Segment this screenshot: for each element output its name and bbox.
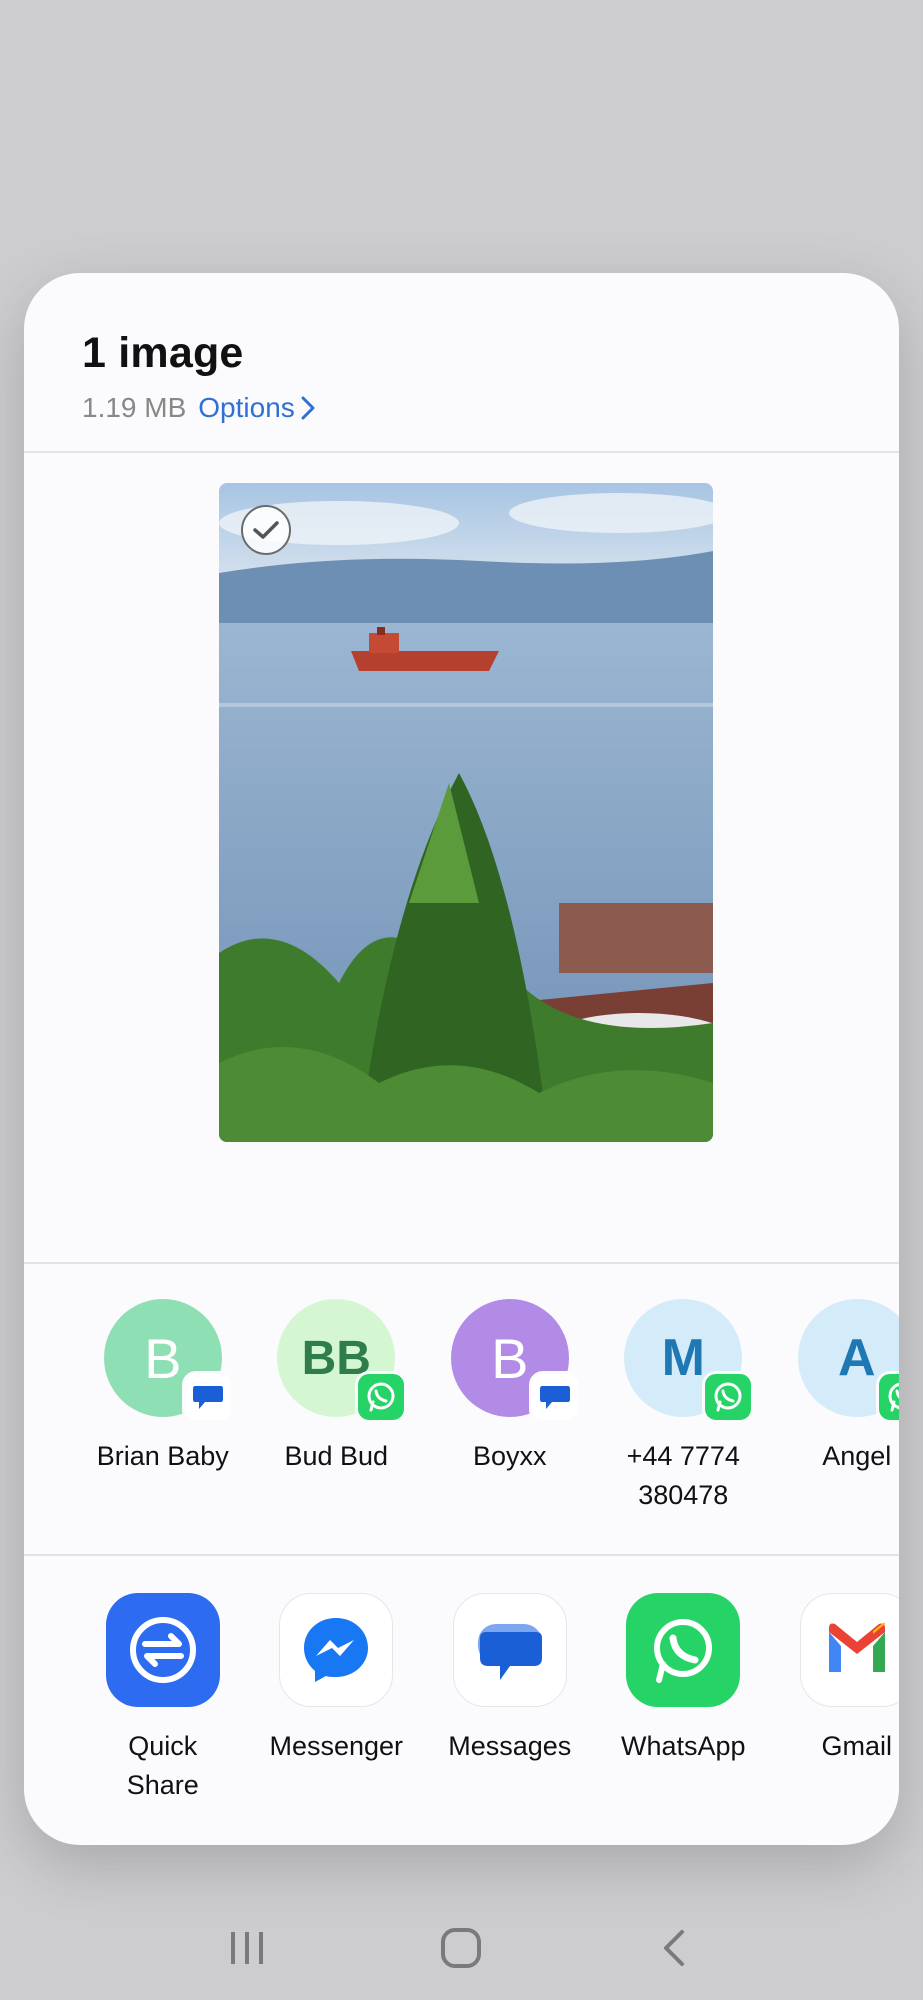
avatar: A bbox=[797, 1299, 899, 1423]
messages-badge-icon bbox=[181, 1371, 234, 1423]
recents-icon bbox=[231, 1931, 264, 1964]
quick-share-icon bbox=[105, 1593, 220, 1707]
recents-button[interactable] bbox=[225, 1926, 269, 1975]
contact-angel[interactable]: A Angel bbox=[770, 1299, 899, 1515]
share-header: 1 image 1.19 MB Options bbox=[82, 329, 315, 424]
app-whatsapp[interactable]: WhatsApp bbox=[597, 1593, 771, 1805]
back-icon bbox=[663, 1929, 684, 1966]
contact-name: Bud Bud bbox=[284, 1441, 389, 1471]
messages-icon bbox=[452, 1593, 567, 1707]
contact-name: Boyxx bbox=[472, 1441, 547, 1471]
app-messenger[interactable]: Messenger bbox=[250, 1593, 424, 1805]
app-targets: Quick Share Messenger Messages WhatsApp … bbox=[76, 1593, 899, 1805]
whatsapp-badge-icon bbox=[875, 1371, 899, 1423]
contact-suggestions: B Brian Baby BB Bud Bud B Boyxx M +44 77… bbox=[76, 1299, 899, 1515]
home-button[interactable] bbox=[439, 1926, 483, 1975]
avatar: M bbox=[624, 1299, 755, 1423]
contact-name: +44 7774 380478 bbox=[626, 1441, 740, 1510]
system-nav-bar bbox=[0, 1900, 923, 2000]
app-gmail[interactable]: Gmail bbox=[770, 1593, 899, 1805]
contact-name: Brian Baby bbox=[96, 1441, 229, 1471]
avatar: B bbox=[103, 1299, 234, 1423]
avatar: BB bbox=[277, 1299, 408, 1423]
options-label: Options bbox=[198, 392, 295, 423]
options-link[interactable]: Options bbox=[198, 392, 315, 424]
app-name: Gmail bbox=[821, 1731, 892, 1761]
photo-sea-ship bbox=[219, 483, 713, 1142]
whatsapp-icon bbox=[626, 1593, 741, 1707]
app-quick-share[interactable]: Quick Share bbox=[76, 1593, 250, 1805]
avatar-initials: M bbox=[661, 1329, 705, 1387]
avatar-initials: B bbox=[491, 1326, 529, 1390]
contact-boyxx[interactable]: B Boyxx bbox=[423, 1299, 597, 1515]
app-messages[interactable]: Messages bbox=[423, 1593, 597, 1805]
avatar-initials: B bbox=[144, 1326, 182, 1390]
contact-name: Angel bbox=[822, 1441, 892, 1471]
messages-badge-icon bbox=[528, 1371, 581, 1423]
app-name: Messenger bbox=[269, 1731, 404, 1761]
app-name: Quick Share bbox=[126, 1731, 199, 1800]
whatsapp-badge-icon bbox=[702, 1371, 755, 1423]
home-icon bbox=[441, 1927, 482, 1968]
file-size: 1.19 MB bbox=[82, 392, 187, 423]
share-subtitle-row: 1.19 MB Options bbox=[82, 392, 315, 424]
share-title: 1 image bbox=[82, 329, 244, 377]
avatar: B bbox=[450, 1299, 581, 1423]
gmail-icon bbox=[799, 1593, 899, 1707]
contact-bud-bud[interactable]: BB Bud Bud bbox=[250, 1299, 424, 1515]
contact-brian-baby[interactable]: B Brian Baby bbox=[76, 1299, 250, 1515]
contact-phone-number[interactable]: M +44 7774 380478 bbox=[597, 1299, 771, 1515]
header-divider bbox=[24, 451, 899, 453]
chevron-right-icon bbox=[301, 396, 315, 420]
messenger-icon bbox=[279, 1593, 394, 1707]
contacts-divider bbox=[24, 1554, 899, 1556]
share-sheet: 1 image 1.19 MB Options B Brian Baby BB … bbox=[24, 273, 899, 1845]
avatar-initials: A bbox=[837, 1329, 876, 1387]
app-name: Messages bbox=[448, 1731, 572, 1761]
back-button[interactable] bbox=[654, 1926, 698, 1975]
app-name: WhatsApp bbox=[620, 1731, 746, 1761]
whatsapp-badge-icon bbox=[355, 1371, 408, 1423]
preview-divider bbox=[24, 1262, 899, 1264]
selected-check-icon[interactable] bbox=[241, 505, 291, 555]
image-thumbnail[interactable] bbox=[219, 483, 713, 1142]
